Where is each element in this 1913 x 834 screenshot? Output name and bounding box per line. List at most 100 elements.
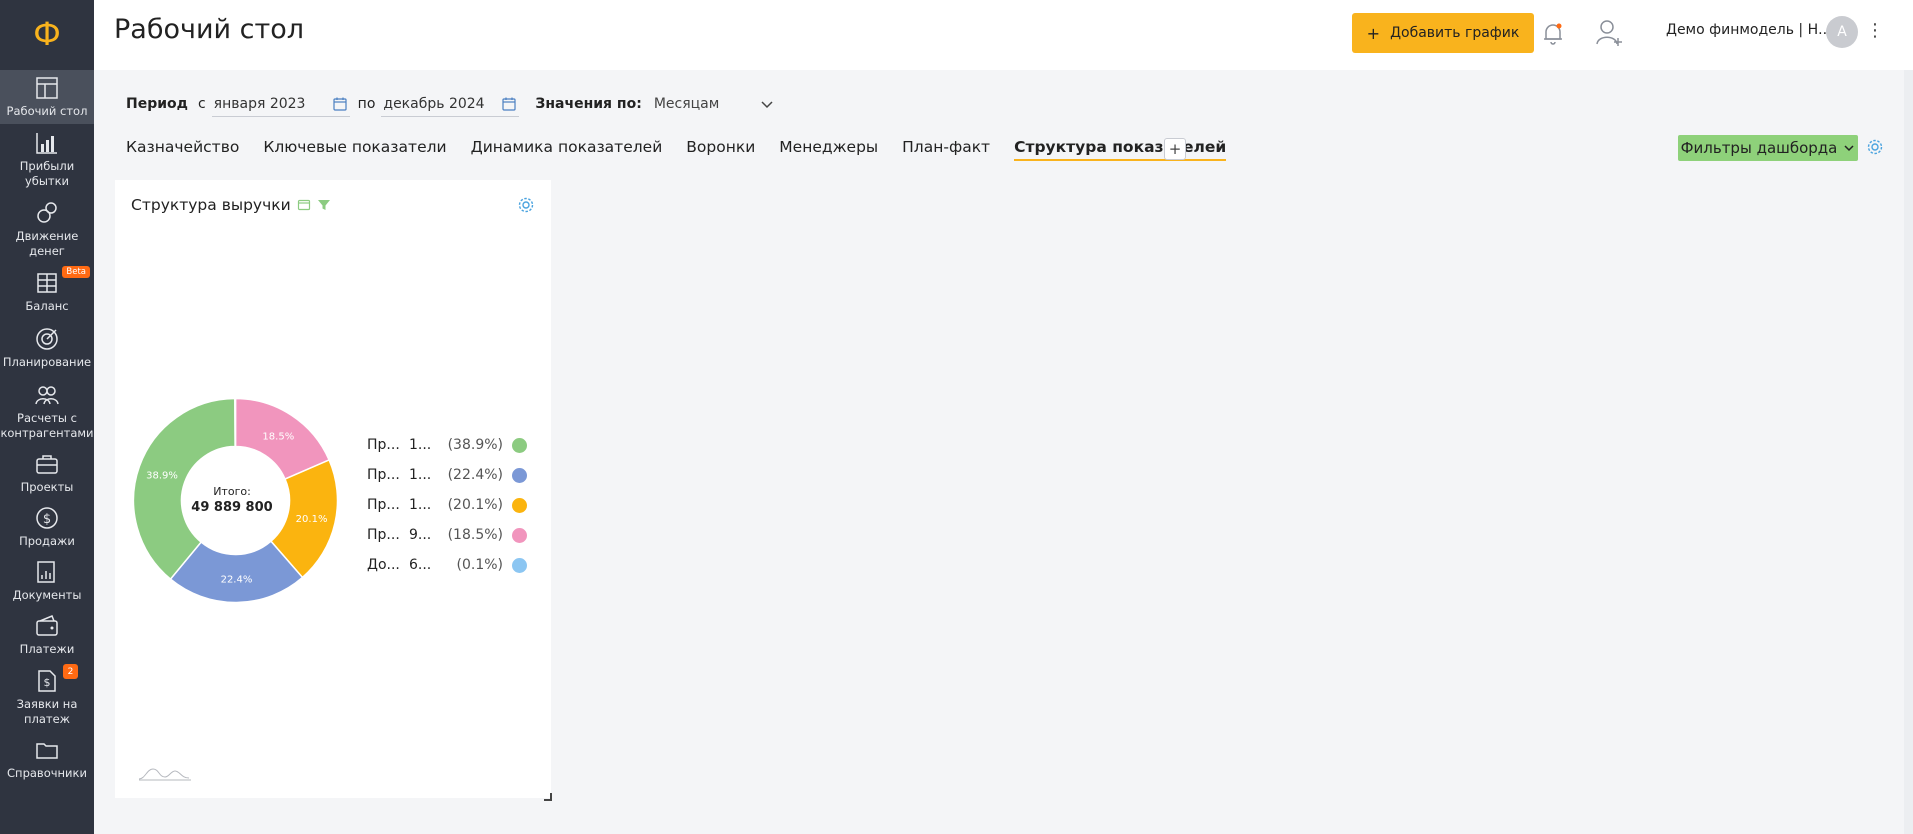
page-scrollbar[interactable] bbox=[1904, 70, 1913, 834]
card-title: Структура выручки bbox=[131, 196, 291, 214]
more-menu-icon[interactable]: ⋮ bbox=[1866, 20, 1884, 41]
legend-percent: (0.1%) bbox=[456, 557, 504, 573]
dashboard-filters-button[interactable]: Фильтры дашборда bbox=[1678, 135, 1858, 161]
legend-item[interactable]: До... 6... (0.1%) bbox=[367, 550, 527, 580]
sidebar-item-cashflow[interactable]: Движение денег bbox=[0, 194, 94, 264]
period-to-value: декабрь 2024 bbox=[383, 95, 485, 112]
legend-name: Пр... bbox=[367, 527, 400, 543]
beta-badge: Beta bbox=[62, 266, 90, 278]
legend-value: 9... bbox=[409, 527, 432, 543]
tab-key-indicators[interactable]: Ключевые показатели bbox=[263, 138, 446, 161]
sidebar-item-payments[interactable]: Платежи bbox=[0, 608, 94, 662]
donut-total-value: 49 889 800 bbox=[191, 500, 273, 515]
card-title-row: Структура выручки bbox=[131, 196, 331, 214]
tab-funnels[interactable]: Воронки bbox=[686, 138, 755, 161]
target-icon bbox=[36, 328, 58, 350]
period-label: Период bbox=[126, 96, 188, 112]
sidebar-item-references[interactable]: Справочники bbox=[0, 732, 94, 786]
sidebar-item-sales[interactable]: $ Продажи bbox=[0, 500, 94, 554]
svg-text:$: $ bbox=[43, 512, 51, 527]
briefcase-icon bbox=[36, 455, 58, 474]
sidebar-item-documents[interactable]: Документы bbox=[0, 554, 94, 608]
sidebar-item-projects[interactable]: Проекты bbox=[0, 446, 94, 500]
legend-name: Пр... bbox=[367, 467, 400, 483]
legend-value: 1... bbox=[409, 467, 432, 483]
period-from-field[interactable]: января 2023 bbox=[211, 91, 350, 117]
legend-name: Пр... bbox=[367, 437, 400, 453]
legend-item[interactable]: Пр... 1... (22.4%) bbox=[367, 460, 527, 490]
sidebar-item-label: Планирование bbox=[2, 355, 92, 369]
sidebar-item-planning[interactable]: Планирование bbox=[0, 320, 94, 376]
donut-slice[interactable] bbox=[234, 398, 237, 448]
chart-legend: Пр... 1... (38.9%) Пр... 1... (22.4%) Пр… bbox=[367, 430, 527, 580]
gear-icon[interactable] bbox=[1866, 138, 1884, 156]
count-badge: 2 bbox=[63, 664, 78, 679]
balance-icon bbox=[37, 273, 57, 293]
sidebar: Ф Рабочий стол Прибыли убытки Движение д… bbox=[0, 0, 94, 834]
sidebar-item-label: Баланс bbox=[25, 299, 69, 313]
tab-managers[interactable]: Менеджеры bbox=[779, 138, 878, 161]
tab-treasury[interactable]: Казначейство bbox=[126, 138, 239, 161]
legend-color-dot bbox=[512, 437, 527, 453]
sidebar-item-profit[interactable]: Прибыли убытки bbox=[0, 124, 94, 194]
slice-data-label: 38.9% bbox=[146, 470, 178, 481]
dollar-icon: $ bbox=[36, 507, 58, 529]
logo-icon: Ф bbox=[33, 17, 61, 53]
account-name[interactable]: Демо финмодель | Н... bbox=[1666, 22, 1831, 38]
card-settings-icon[interactable] bbox=[517, 196, 535, 214]
tab-structure[interactable]: Структура показателей bbox=[1014, 138, 1227, 161]
dashboard-tabs: Казначейство Ключевые показатели Динамик… bbox=[126, 138, 1250, 161]
legend-percent: (20.1%) bbox=[447, 497, 503, 513]
chevron-down-icon bbox=[761, 101, 773, 109]
svg-text:Ф: Ф bbox=[33, 17, 61, 53]
tab-dynamics[interactable]: Динамика показателей bbox=[471, 138, 663, 161]
sidebar-item-payment-requests[interactable]: $ Заявки на платеж 2 bbox=[0, 662, 94, 732]
tab-plan-fact[interactable]: План-факт bbox=[902, 138, 990, 161]
period-from-value: января 2023 bbox=[213, 95, 306, 112]
sidebar-item-contractors[interactable]: Расчеты с контрагентами bbox=[0, 376, 94, 446]
app-logo[interactable]: Ф bbox=[0, 0, 94, 70]
legend-item[interactable]: Пр... 9... (18.5%) bbox=[367, 520, 527, 550]
sidebar-item-dashboard[interactable]: Рабочий стол bbox=[0, 70, 94, 124]
bell-icon[interactable] bbox=[1540, 20, 1566, 46]
period-to-field[interactable]: декабрь 2024 bbox=[381, 91, 520, 117]
calendar-icon[interactable] bbox=[332, 96, 348, 112]
dashboard-filters-label: Фильтры дашборда bbox=[1680, 139, 1838, 157]
sidebar-item-label: Платежи bbox=[19, 642, 75, 656]
sidebar-item-label: Документы bbox=[12, 588, 82, 602]
slice-data-label: 20.1% bbox=[296, 514, 328, 525]
svg-text:$: $ bbox=[44, 676, 51, 689]
legend-color-dot bbox=[512, 467, 527, 483]
filter-icon[interactable] bbox=[317, 198, 331, 212]
bar-chart-icon bbox=[36, 132, 57, 154]
contractors-icon bbox=[35, 385, 59, 404]
top-header: Рабочий стол + Добавить график Демо финм… bbox=[94, 0, 1913, 70]
add-chart-button[interactable]: + Добавить график bbox=[1352, 13, 1534, 53]
revenue-structure-card: Структура выручки 18.5% 20.1% 22.4% 38.9% И… bbox=[115, 180, 551, 798]
folder-icon bbox=[36, 743, 58, 759]
values-by-value: Месяцам bbox=[653, 96, 720, 112]
legend-percent: (38.9%) bbox=[447, 437, 503, 453]
legend-name: До... bbox=[367, 557, 400, 573]
sidebar-item-label: Справочники bbox=[7, 766, 87, 780]
add-user-icon[interactable] bbox=[1594, 18, 1624, 48]
legend-item[interactable]: Пр... 1... (38.9%) bbox=[367, 430, 527, 460]
calendar-icon[interactable] bbox=[501, 96, 517, 112]
watermark-sparkline-icon bbox=[138, 768, 191, 781]
plus-icon: + bbox=[1366, 23, 1381, 43]
legend-percent: (18.5%) bbox=[447, 527, 503, 543]
legend-color-dot bbox=[512, 557, 527, 573]
wallet-icon bbox=[36, 615, 58, 636]
values-by-select[interactable]: Месяцам bbox=[654, 96, 774, 112]
add-tab-button[interactable]: + bbox=[1164, 138, 1186, 160]
avatar[interactable]: А bbox=[1826, 16, 1858, 48]
sidebar-item-label: Заявки на платеж bbox=[16, 696, 78, 726]
legend-item[interactable]: Пр... 1... (20.1%) bbox=[367, 490, 527, 520]
slice-data-label: 22.4% bbox=[221, 574, 253, 585]
sidebar-item-label: Движение денег bbox=[15, 228, 79, 258]
sidebar-item-balance[interactable]: Баланс Beta bbox=[0, 264, 94, 320]
chevron-down-icon bbox=[1844, 145, 1854, 152]
refresh-icon[interactable] bbox=[297, 198, 311, 212]
card-resize-handle[interactable] bbox=[544, 793, 552, 801]
legend-color-dot bbox=[512, 527, 527, 543]
